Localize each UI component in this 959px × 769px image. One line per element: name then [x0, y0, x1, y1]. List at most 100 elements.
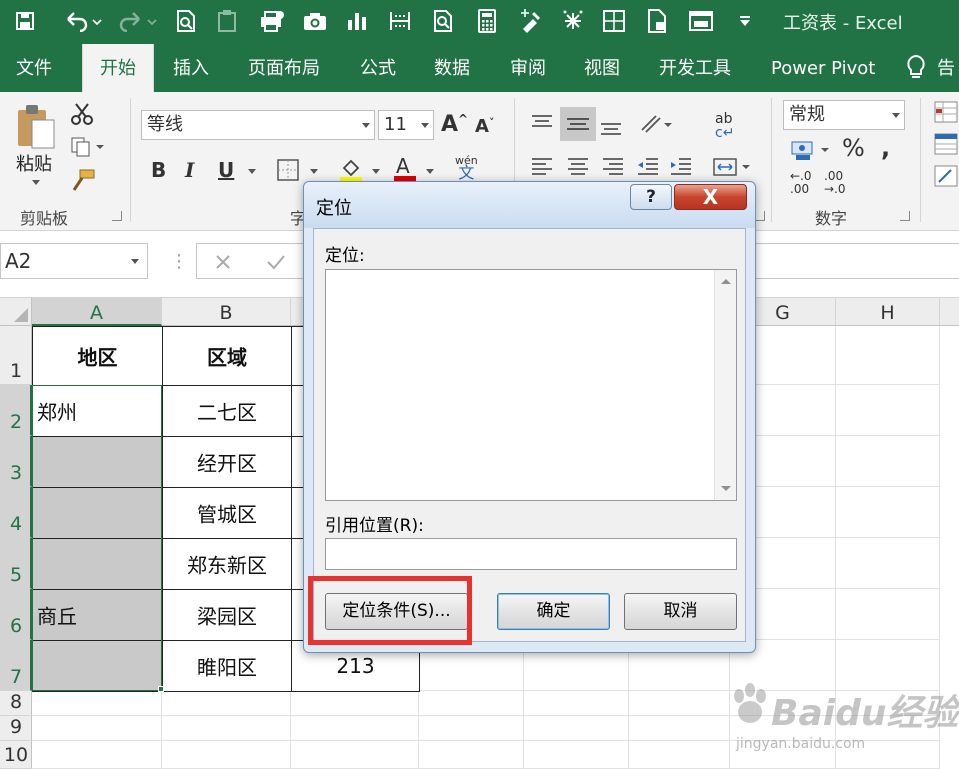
align-top-icon[interactable]: [530, 112, 554, 138]
tab-review[interactable]: 审阅: [510, 44, 546, 92]
comma-style-icon[interactable]: ,: [881, 134, 890, 162]
grid-cell[interactable]: [836, 741, 940, 769]
sparkle-icon[interactable]: [560, 8, 586, 34]
tab-power-pivot[interactable]: Power Pivot: [771, 44, 875, 92]
grid-cell[interactable]: [836, 436, 940, 487]
cell-a2[interactable]: 郑州: [32, 385, 163, 437]
format-painter-ribbon-icon[interactable]: [70, 168, 96, 196]
grid-cell[interactable]: [629, 691, 730, 716]
percent-icon[interactable]: %: [842, 134, 865, 162]
find-icon[interactable]: [430, 8, 456, 34]
grid-cell[interactable]: [291, 716, 419, 741]
tab-home[interactable]: 开始: [82, 44, 154, 92]
row-header-4[interactable]: 4: [0, 487, 32, 538]
grid-cell[interactable]: [836, 716, 940, 741]
clipboard-launcher-icon[interactable]: [112, 211, 122, 221]
save-icon[interactable]: [12, 8, 38, 34]
font-size-combo[interactable]: 11: [378, 110, 434, 140]
grid-cell[interactable]: [836, 538, 940, 589]
accounting-format-icon[interactable]: [790, 138, 832, 166]
grow-font-icon[interactable]: A^: [441, 112, 468, 137]
grid-cell[interactable]: [836, 640, 940, 691]
grid-cell[interactable]: [836, 326, 940, 385]
alignment-launcher-icon[interactable]: [755, 211, 765, 221]
shrink-font-icon[interactable]: A˅: [475, 116, 494, 137]
customize-qat-icon[interactable]: [736, 8, 754, 34]
tab-formulas[interactable]: 公式: [360, 44, 396, 92]
paste-icon[interactable]: [14, 102, 58, 156]
cell-b4[interactable]: 管城区: [162, 487, 292, 539]
cell-b2[interactable]: 二七区: [162, 385, 292, 437]
page-break-icon[interactable]: [386, 8, 414, 34]
grid-cell[interactable]: [32, 691, 162, 716]
italic-icon[interactable]: I: [185, 158, 194, 182]
calculator-icon[interactable]: [476, 8, 498, 34]
scroll-up-icon[interactable]: [721, 279, 731, 284]
row-header-9[interactable]: 9: [0, 716, 32, 741]
cell-a5[interactable]: [32, 538, 163, 590]
grid-cell[interactable]: [524, 691, 629, 716]
cell-a1[interactable]: 地区: [32, 326, 163, 386]
grid-cell[interactable]: [730, 741, 836, 769]
tab-developer[interactable]: 开发工具: [659, 44, 731, 92]
row-header-3[interactable]: 3: [0, 436, 32, 487]
grid-cell[interactable]: [162, 691, 291, 716]
undo-icon[interactable]: [60, 8, 104, 34]
quick-print-icon[interactable]: [258, 8, 286, 34]
align-bottom-icon[interactable]: [599, 116, 623, 142]
format-painter-icon[interactable]: [518, 8, 544, 34]
cell-b6[interactable]: 梁园区: [162, 589, 292, 641]
fill-handle[interactable]: [158, 686, 164, 692]
tab-insert[interactable]: 插入: [173, 44, 209, 92]
dialog-titlebar[interactable]: 定位 ? X: [304, 182, 755, 228]
reference-input[interactable]: [325, 538, 737, 570]
grid-cell[interactable]: [730, 691, 836, 716]
grid-cell[interactable]: [836, 691, 940, 716]
number-launcher-icon[interactable]: [900, 211, 910, 221]
cell-b7[interactable]: 睢阳区: [162, 640, 292, 692]
row-header-6[interactable]: 6: [0, 589, 32, 640]
camera-icon[interactable]: [302, 8, 328, 34]
tab-data[interactable]: 数据: [434, 44, 470, 92]
border-icon[interactable]: [277, 159, 299, 185]
tab-view[interactable]: 视图: [584, 44, 620, 92]
help-button[interactable]: ?: [630, 184, 672, 210]
font-name-combo[interactable]: 等线: [141, 110, 375, 140]
grid-cell[interactable]: [32, 716, 162, 741]
grid-cell[interactable]: [730, 716, 836, 741]
cell-b3[interactable]: 经开区: [162, 436, 292, 488]
cell-b5[interactable]: 郑东新区: [162, 538, 292, 590]
grid-cell[interactable]: [836, 385, 940, 436]
fill-color-dropdown-icon[interactable]: [372, 169, 380, 174]
grid-cell[interactable]: [291, 741, 419, 769]
column-header-i[interactable]: [940, 298, 959, 326]
underline-icon[interactable]: U: [218, 158, 234, 182]
align-left-icon[interactable]: [530, 156, 554, 182]
number-format-combo[interactable]: 常规: [783, 100, 905, 130]
print-preview-icon[interactable]: [173, 8, 199, 34]
wrap-text-icon[interactable]: ab c↵: [715, 112, 734, 140]
borders-icon[interactable]: [601, 8, 627, 34]
grid-cell[interactable]: [836, 589, 940, 640]
cancel-entry-icon[interactable]: [213, 252, 233, 272]
paste-label[interactable]: 粘贴: [16, 150, 52, 176]
cell-styles-icon[interactable]: [933, 164, 959, 192]
confirm-entry-icon[interactable]: [265, 252, 287, 272]
grid-cell[interactable]: [629, 716, 730, 741]
orientation-icon[interactable]: [638, 112, 674, 140]
align-right-icon[interactable]: [601, 156, 625, 182]
redo-icon[interactable]: [115, 8, 159, 34]
format-table-icon[interactable]: [933, 132, 959, 160]
cell-a3[interactable]: [32, 436, 163, 488]
increase-indent-icon[interactable]: [669, 156, 693, 182]
formula-bar-splitter[interactable]: ⋮: [170, 251, 188, 272]
close-button[interactable]: X: [674, 184, 747, 210]
grid-cell[interactable]: [162, 716, 291, 741]
cell-b1[interactable]: 区域: [162, 326, 292, 386]
underline-dropdown-icon[interactable]: [248, 169, 256, 174]
chart-icon[interactable]: [345, 8, 369, 34]
cell-a4[interactable]: [32, 487, 163, 539]
ok-button[interactable]: 确定: [497, 593, 610, 630]
cell-a6[interactable]: 商丘: [32, 589, 163, 641]
grid-cell[interactable]: [291, 691, 419, 716]
